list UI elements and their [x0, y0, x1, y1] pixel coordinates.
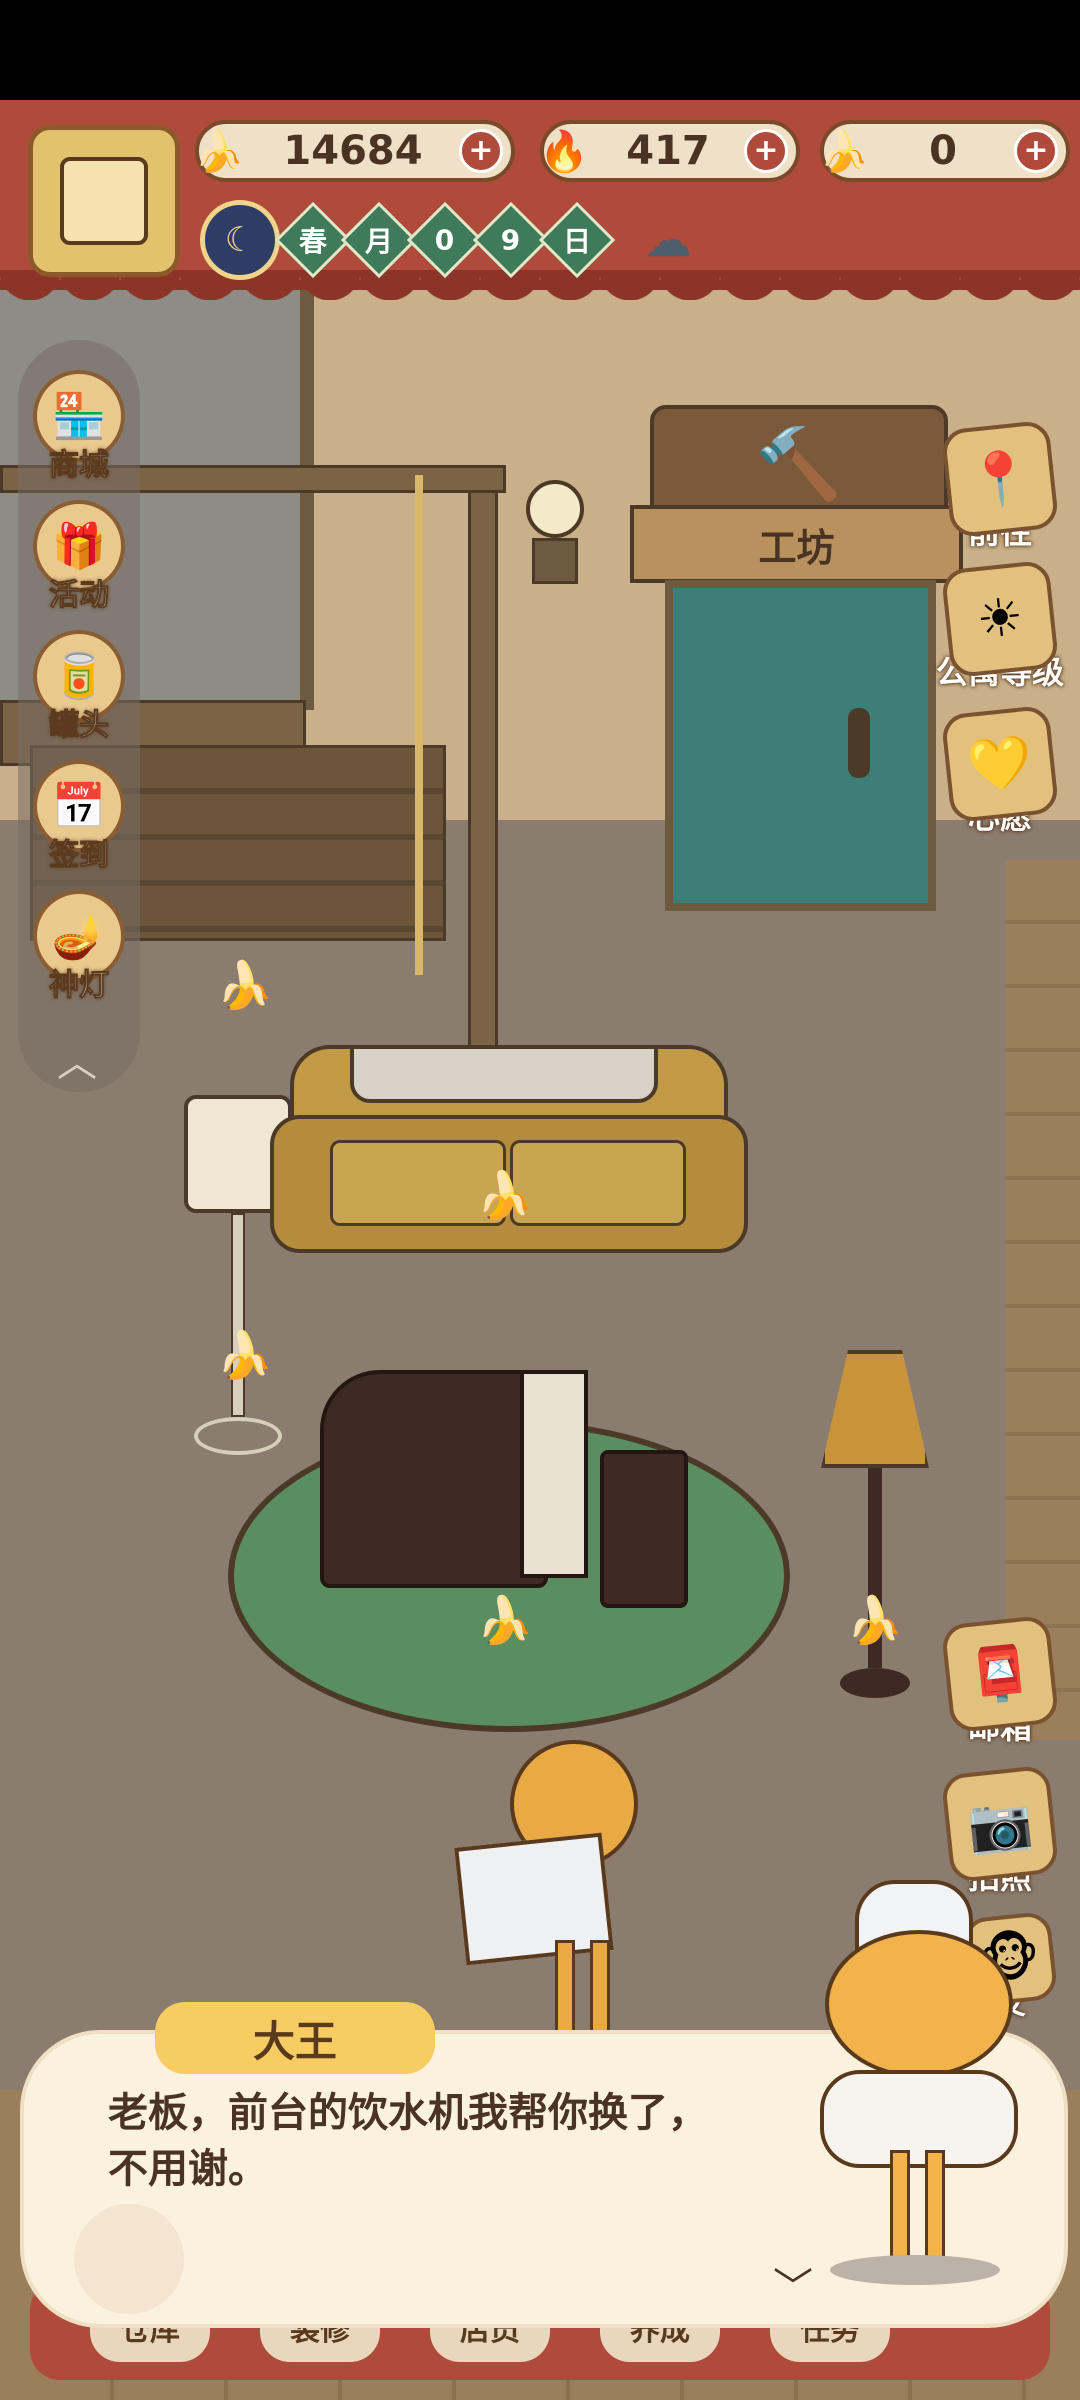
- menu-events-label: 活动: [49, 578, 110, 614]
- banana-pickup[interactable]: 🍌: [475, 1590, 535, 1650]
- wood-floor-right: [1005, 860, 1080, 1740]
- menu-cans-label: 罐头: [49, 708, 110, 744]
- add-flame-button[interactable]: +: [744, 129, 788, 173]
- map-pin-icon: 📍: [940, 419, 1060, 539]
- blue-banana-icon: 🍌: [819, 128, 869, 175]
- heart-book-icon: 💛: [940, 704, 1060, 824]
- cat-character-reading[interactable]: [454, 1740, 680, 2040]
- blue-banana-currency: 🍌 0 +: [819, 120, 1070, 182]
- day-badge: 日: [538, 201, 616, 279]
- workshop-sign: 工坊: [758, 525, 835, 570]
- menu-shop[interactable]: 🏪 商城: [28, 370, 130, 490]
- month-badge: 月: [340, 201, 418, 279]
- dialog-text: 老板，前台的饮水机我帮你换了， 不用谢。: [108, 2085, 788, 2197]
- menu-goto[interactable]: 📍 前往: [930, 419, 1070, 565]
- player-avatar[interactable]: [28, 125, 180, 277]
- dialog-continue-chevron-down-icon[interactable]: ﹀: [768, 2255, 818, 2311]
- camera-icon: 📷: [940, 1764, 1060, 1884]
- menu-checkin[interactable]: 📅 签到: [28, 760, 130, 880]
- speaker-name-tag: 大王: [155, 2002, 435, 2074]
- workshop-door[interactable]: [665, 580, 936, 911]
- rope: [415, 475, 423, 975]
- day-digit-2: 9: [472, 201, 550, 279]
- banana-icon: 🍌: [194, 128, 244, 175]
- dialog-line-1: 老板，前台的饮水机我帮你换了，: [108, 2090, 708, 2136]
- menu-shop-label: 商城: [49, 448, 110, 484]
- floor-lamp-right: [820, 1350, 930, 1720]
- collapse-menu-chevron-up-icon[interactable]: ︿: [52, 1030, 102, 1086]
- status-bar-area: [0, 0, 1080, 100]
- grand-piano: [320, 1330, 688, 1610]
- banana-currency: 🍌 14684 +: [194, 120, 515, 182]
- day-digit-1: 0: [406, 201, 484, 279]
- season-badge: 春: [274, 201, 352, 279]
- wall-lamp: [525, 480, 585, 584]
- rain-cloud-icon[interactable]: ☁: [628, 208, 708, 272]
- sun-badge-icon: ☀: [940, 559, 1060, 679]
- menu-cans[interactable]: 🥫 罐头: [28, 630, 130, 750]
- avatar-cat-face-icon: [60, 157, 148, 245]
- left-menu: 🏪 商城 🎁 活动 🥫 罐头 📅 签到 🪔 神灯: [18, 340, 140, 1092]
- cat-watermark-icon: [74, 2204, 184, 2314]
- banana-pickup[interactable]: 🍌: [215, 955, 275, 1015]
- menu-events[interactable]: 🎁 活动: [28, 500, 130, 620]
- menu-magic-lamp[interactable]: 🪔 神灯: [28, 890, 130, 1010]
- stage-pillar: [468, 465, 498, 1071]
- menu-mailbox[interactable]: 📮 邮箱: [930, 1614, 1070, 1760]
- blue-banana-count: 0: [929, 128, 957, 174]
- speaker-cat-portrait: [815, 1880, 1025, 2290]
- sofa: [270, 1045, 748, 1265]
- menu-wish[interactable]: 💛 心愿: [930, 704, 1070, 850]
- mailbox-icon: 📮: [940, 1614, 1060, 1734]
- flame-currency: 🔥 417 +: [539, 120, 800, 182]
- flame-count: 417: [626, 128, 710, 174]
- dialog-line-2: 不用谢。: [108, 2146, 268, 2192]
- add-banana-button[interactable]: +: [459, 129, 503, 173]
- banana-pickup[interactable]: 🍌: [215, 1325, 275, 1385]
- menu-apartment-level[interactable]: ☀ 公寓等级: [920, 559, 1080, 705]
- blue-flame-icon: 🔥: [539, 128, 589, 175]
- date-display: ☾ 春 月 0 9 日 ☁: [200, 200, 708, 280]
- menu-checkin-label: 签到: [49, 838, 110, 874]
- workshop-building[interactable]: 🔨 工坊: [630, 405, 963, 925]
- banana-pickup[interactable]: 🍌: [475, 1165, 535, 1225]
- day-night-clock-icon: ☾: [200, 200, 280, 280]
- menu-magic-lamp-label: 神灯: [49, 968, 110, 1004]
- banana-count: 14684: [283, 128, 423, 174]
- add-blue-banana-button[interactable]: +: [1014, 129, 1058, 173]
- banana-pickup[interactable]: 🍌: [845, 1590, 905, 1650]
